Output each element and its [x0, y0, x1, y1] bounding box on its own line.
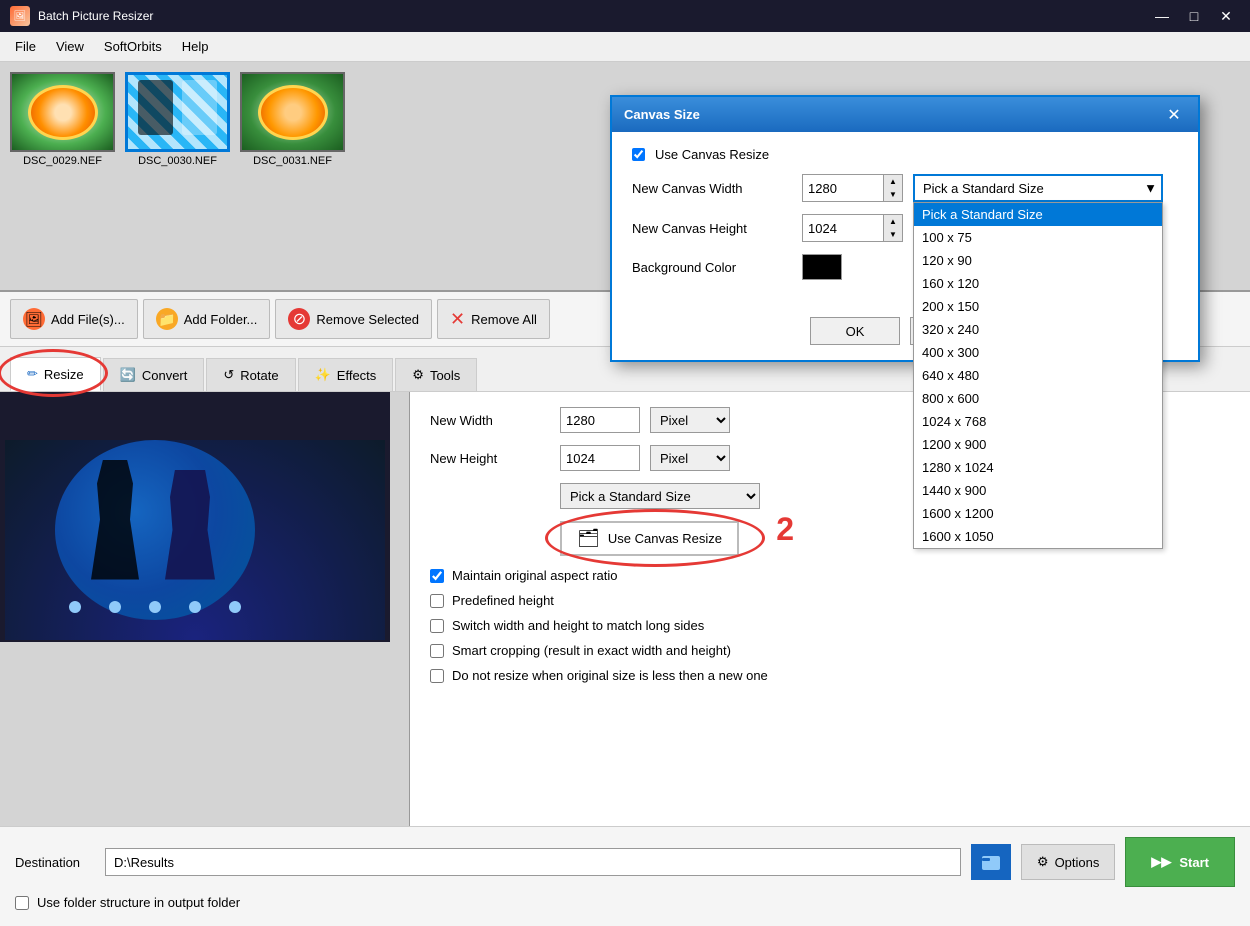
- dropdown-item-1[interactable]: 100 x 75: [914, 226, 1162, 249]
- dropdown-item-0[interactable]: Pick a Standard Size: [914, 203, 1162, 226]
- dialog-bg-color-label: Background Color: [632, 260, 792, 275]
- dropdown-item-12[interactable]: 1440 x 900: [914, 479, 1162, 502]
- std-size-select[interactable]: Pick a Standard Size 100 x 75 120 x 90 1…: [913, 174, 1163, 202]
- dialog-width-input[interactable]: [803, 175, 883, 201]
- dropdown-item-10[interactable]: 1200 x 900: [914, 433, 1162, 456]
- width-down-button[interactable]: ▼: [884, 188, 902, 201]
- dialog-overlay: Canvas Size ✕ Use Canvas Resize New Canv…: [0, 0, 1250, 926]
- dialog-body: Use Canvas Resize New Canvas Width ▲ ▼ P…: [612, 132, 1198, 307]
- dialog-width-row: New Canvas Width ▲ ▼ Pick a Standard Siz…: [632, 174, 1178, 202]
- dialog-height-input[interactable]: [803, 215, 883, 241]
- dialog-use-canvas-checkbox[interactable]: [632, 148, 645, 161]
- dialog-use-canvas-row: Use Canvas Resize: [632, 147, 1178, 162]
- dropdown-item-7[interactable]: 640 x 480: [914, 364, 1162, 387]
- dialog-ok-button[interactable]: OK: [810, 317, 900, 345]
- height-down-button[interactable]: ▼: [884, 228, 902, 241]
- dropdown-item-13[interactable]: 1600 x 1200: [914, 502, 1162, 525]
- canvas-size-dialog: Canvas Size ✕ Use Canvas Resize New Canv…: [610, 95, 1200, 362]
- dialog-title: Canvas Size: [624, 107, 700, 122]
- dialog-width-input-wrap: ▲ ▼: [802, 174, 903, 202]
- dropdown-item-6[interactable]: 400 x 300: [914, 341, 1162, 364]
- dialog-height-label: New Canvas Height: [632, 221, 792, 236]
- dropdown-list: Pick a Standard Size 100 x 75 120 x 90 1…: [913, 202, 1163, 549]
- dropdown-item-11[interactable]: 1280 x 1024: [914, 456, 1162, 479]
- dialog-height-input-wrap: ▲ ▼: [802, 214, 903, 242]
- dropdown-item-5[interactable]: 320 x 240: [914, 318, 1162, 341]
- dropdown-item-4[interactable]: 200 x 150: [914, 295, 1162, 318]
- dropdown-item-8[interactable]: 800 x 600: [914, 387, 1162, 410]
- dropdown-item-2[interactable]: 120 x 90: [914, 249, 1162, 272]
- dropdown-item-3[interactable]: 160 x 120: [914, 272, 1162, 295]
- bg-color-picker[interactable]: [802, 254, 842, 280]
- std-size-wrapper: Pick a Standard Size 100 x 75 120 x 90 1…: [913, 174, 1163, 202]
- dropdown-item-14[interactable]: 1600 x 1050: [914, 525, 1162, 548]
- height-up-button[interactable]: ▲: [884, 215, 902, 228]
- width-up-button[interactable]: ▲: [884, 175, 902, 188]
- dialog-width-label: New Canvas Width: [632, 181, 792, 196]
- dropdown-item-9[interactable]: 1024 x 768: [914, 410, 1162, 433]
- dialog-close-button[interactable]: ✕: [1162, 103, 1186, 127]
- height-spinner: ▲ ▼: [883, 215, 902, 241]
- dialog-header: Canvas Size ✕: [612, 97, 1198, 132]
- width-spinner: ▲ ▼: [883, 175, 902, 201]
- dialog-use-canvas-label: Use Canvas Resize: [655, 147, 769, 162]
